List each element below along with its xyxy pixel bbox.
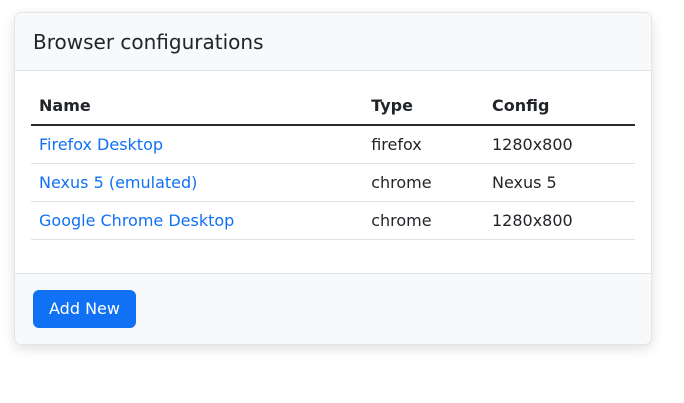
card-footer: Add New xyxy=(15,273,651,344)
browser-config-table: Name Type Config Firefox Desktop firefox… xyxy=(31,87,635,240)
cell-config: Nexus 5 xyxy=(484,164,635,202)
config-link-firefox-desktop[interactable]: Firefox Desktop xyxy=(39,135,163,154)
card-header: Browser configurations xyxy=(15,13,651,71)
table-row: Google Chrome Desktop chrome 1280x800 xyxy=(31,202,635,240)
cell-type: firefox xyxy=(363,125,484,164)
table-row: Firefox Desktop firefox 1280x800 xyxy=(31,125,635,164)
add-new-button[interactable]: Add New xyxy=(33,290,136,328)
column-header-type: Type xyxy=(363,87,484,125)
column-header-config: Config xyxy=(484,87,635,125)
cell-config: 1280x800 xyxy=(484,202,635,240)
cell-type: chrome xyxy=(363,202,484,240)
config-link-nexus-5[interactable]: Nexus 5 (emulated) xyxy=(39,173,197,192)
browser-configurations-card: Browser configurations Name Type Config … xyxy=(14,12,652,345)
config-link-google-chrome-desktop[interactable]: Google Chrome Desktop xyxy=(39,211,234,230)
cell-type: chrome xyxy=(363,164,484,202)
column-header-name: Name xyxy=(31,87,363,125)
cell-config: 1280x800 xyxy=(484,125,635,164)
table-row: Nexus 5 (emulated) chrome Nexus 5 xyxy=(31,164,635,202)
card-body: Name Type Config Firefox Desktop firefox… xyxy=(15,71,651,273)
page-title: Browser configurations xyxy=(33,29,633,55)
table-header-row: Name Type Config xyxy=(31,87,635,125)
